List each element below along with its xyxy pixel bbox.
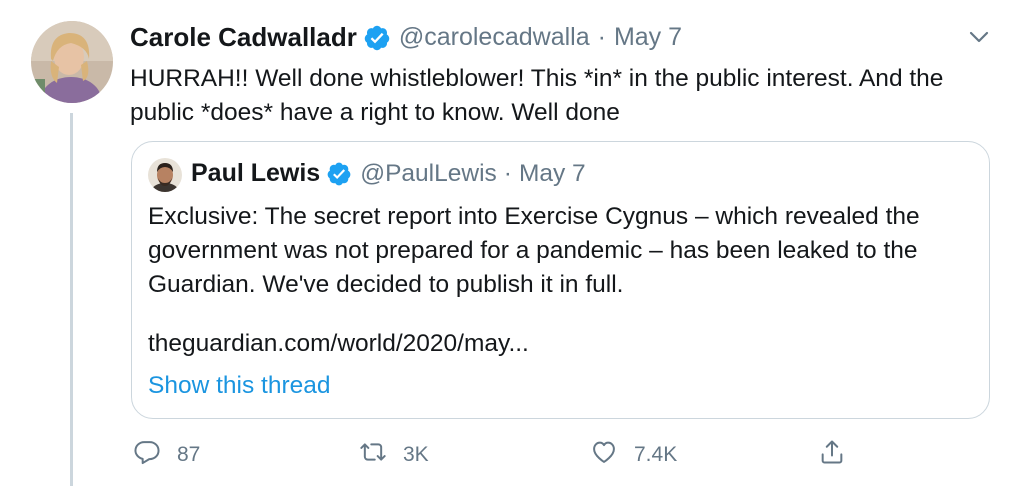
show-thread-link[interactable]: Show this thread	[148, 369, 331, 403]
verified-badge-icon	[363, 24, 391, 52]
quoted-tweet-header: Paul Lewis @PaulLewis · May 7	[191, 159, 586, 188]
share-button[interactable]	[818, 438, 846, 471]
like-count: 7.4K	[634, 442, 678, 466]
author-avatar[interactable]	[31, 21, 113, 103]
author-handle[interactable]: @carolecadwalla	[399, 23, 590, 52]
retweet-count: 3K	[403, 442, 429, 466]
reply-button[interactable]: 87	[133, 438, 200, 471]
thread-connector-line	[70, 113, 73, 486]
tweet[interactable]: Carole Cadwalladr @carolecadwalla · May …	[0, 0, 1024, 486]
retweet-button[interactable]: 3K	[359, 438, 429, 471]
reply-count: 87	[177, 442, 201, 466]
heart-icon	[590, 438, 618, 471]
quoted-author-name: Paul Lewis	[191, 159, 321, 187]
author-name[interactable]: Carole Cadwalladr	[130, 22, 357, 53]
like-button[interactable]: 7.4K	[590, 438, 677, 471]
chevron-down-icon[interactable]	[966, 26, 992, 48]
quoted-author-avatar	[148, 158, 182, 192]
tweet-text: HURRAH!! Well done whistleblower! This *…	[130, 65, 944, 126]
verified-badge-icon	[326, 161, 352, 187]
quoted-tweet-date: May 7	[518, 159, 586, 187]
tweet-action-bar: 87 3K 7.4K	[0, 436, 1024, 472]
share-icon	[818, 438, 846, 471]
tweet-header: Carole Cadwalladr @carolecadwalla · May …	[130, 22, 682, 53]
reply-icon	[133, 438, 161, 471]
quoted-tweet-link[interactable]: theguardian.com/world/2020/may...	[148, 327, 529, 361]
quoted-header-separator: ·	[503, 159, 512, 187]
tweet-date[interactable]: May 7	[614, 23, 682, 52]
header-separator: ·	[597, 23, 606, 51]
retweet-icon	[359, 438, 387, 471]
quoted-author-handle: @PaulLewis	[360, 159, 497, 187]
quoted-tweet-text: Exclusive: The secret report into Exerci…	[148, 203, 920, 298]
